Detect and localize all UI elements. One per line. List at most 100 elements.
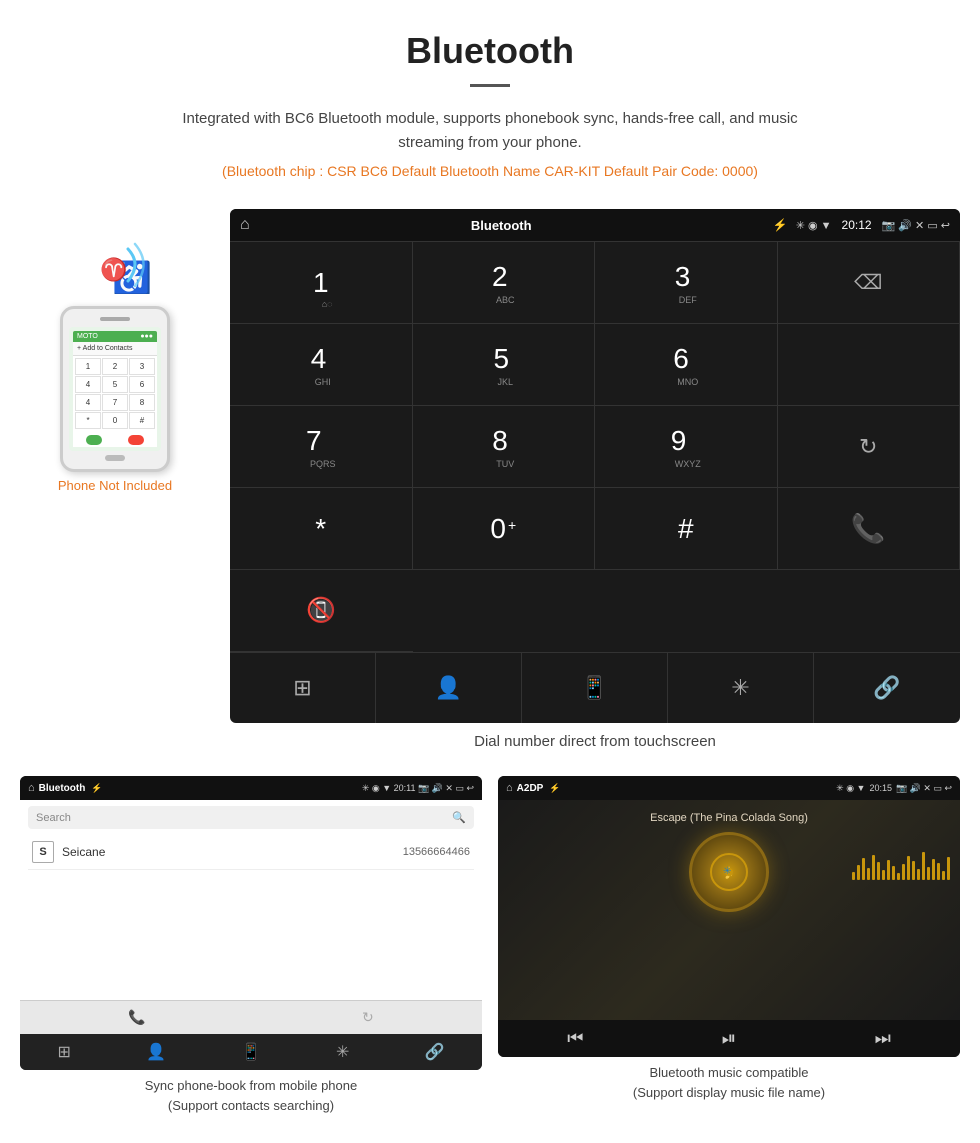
- phone-key-4: 4: [75, 376, 101, 393]
- dial-key-1[interactable]: 1 ⌂◌: [230, 242, 413, 324]
- phonebook-statusbar: ⌂ Bluetooth ⚡ ✳ ◉ ▼ 20:11 📷 🔊 ✕ ▭ ↩: [20, 776, 482, 800]
- music-title: A2DP: [517, 783, 544, 794]
- dial-refresh[interactable]: ↻: [778, 406, 961, 488]
- music-section: ⌂ A2DP ⚡ ✳ ◉ ▼ 20:15 📷 🔊 ✕ ▭ ↩ Escape (T…: [498, 776, 960, 1115]
- dial-end-button[interactable]: 📵: [230, 570, 413, 652]
- music-home-icon: ⌂: [506, 782, 513, 794]
- dial-empty-1: [778, 324, 961, 406]
- phonebook-body: Search 🔍 S Seicane 13566664466: [20, 800, 482, 1000]
- phone-add-contacts: + Add to Contacts: [73, 342, 157, 356]
- usb-icon: ⚡: [773, 218, 788, 232]
- dial-bottom-link[interactable]: 🔗: [814, 653, 960, 723]
- phone-key-star: *: [75, 412, 101, 429]
- phonebook-nav-bar: ⊞ 👤 📱 ✳ 🔗: [20, 1034, 482, 1070]
- pb-home-icon: ⌂: [28, 782, 35, 794]
- dial-key-star[interactable]: *: [230, 488, 413, 570]
- music-next-icon[interactable]: ⏭: [875, 1028, 891, 1049]
- phonebook-screen: ⌂ Bluetooth ⚡ ✳ ◉ ▼ 20:11 📷 🔊 ✕ ▭ ↩ Sear…: [20, 776, 482, 1070]
- dial-bottom-bluetooth[interactable]: ✳: [668, 653, 814, 723]
- dial-time: 20:12: [842, 218, 872, 232]
- bluetooth-icon: ✳: [731, 675, 749, 701]
- phone-key-7: 4: [75, 394, 101, 411]
- dial-statusbar: ⌂ Bluetooth ⚡ ✳ ◉ ▼ 20:12 📷 🔊 ✕ ▭ ↩: [230, 209, 960, 241]
- pb-bluetooth-icon[interactable]: ✳: [336, 1042, 349, 1062]
- header-specs: (Bluetooth chip : CSR BC6 Default Blueto…: [20, 163, 960, 179]
- phone-screen: MOTO ●●● + Add to Contacts 1 2 3 4 5 6 4…: [69, 327, 161, 451]
- phone-bottom-bar: [73, 431, 157, 447]
- dial-key-8[interactable]: 8 TUV: [413, 406, 596, 488]
- status-icons: ✳ ◉ ▼ 20:12: [796, 218, 872, 232]
- phone-call-button: [86, 435, 102, 445]
- phone-container: ♿ ♈ MOTO ●●● + Add to Contacts 1 2: [20, 209, 210, 493]
- header-description: Integrated with BC6 Bluetooth module, su…: [150, 107, 830, 155]
- title-divider: [470, 84, 510, 87]
- dial-backspace[interactable]: ⌫: [778, 242, 961, 324]
- phone-not-included-label: Phone Not Included: [58, 478, 172, 493]
- pb-bottom-phone-icon[interactable]: 📞: [128, 1009, 145, 1026]
- bottom-row: ⌂ Bluetooth ⚡ ✳ ◉ ▼ 20:11 📷 🔊 ✕ ▭ ↩ Sear…: [0, 776, 980, 1115]
- link-icon: 🔗: [873, 675, 900, 701]
- phone-home-button: [105, 455, 125, 461]
- phone-key-hash: #: [129, 412, 155, 429]
- search-icon: 🔍: [452, 811, 466, 824]
- dial-call-button[interactable]: 📞: [778, 488, 961, 570]
- pb-link-icon[interactable]: 🔗: [425, 1042, 445, 1062]
- dial-key-4[interactable]: 4 GHI: [230, 324, 413, 406]
- phone-key-2: 2: [102, 358, 128, 375]
- search-placeholder: Search: [36, 812, 71, 824]
- phone-screen-header: MOTO ●●●: [73, 331, 157, 342]
- phonebook-caption: Sync phone-book from mobile phone(Suppor…: [145, 1076, 357, 1115]
- pb-phone-icon[interactable]: 📱: [241, 1042, 261, 1062]
- music-statusbar: ⌂ A2DP ⚡ ✳ ◉ ▼ 20:15 📷 🔊 ✕ ▭ ↩: [498, 776, 960, 800]
- dial-bottom-contacts[interactable]: 👤: [376, 653, 522, 723]
- pb-bottom-refresh-icon[interactable]: ↻: [362, 1009, 374, 1026]
- contact-name: Seicane: [62, 845, 105, 859]
- phone-key-8: 7: [102, 394, 128, 411]
- music-prev-icon[interactable]: ⏮: [567, 1028, 583, 1049]
- dial-key-hash[interactable]: #: [595, 488, 778, 570]
- dial-key-6[interactable]: 6 MNO: [595, 324, 778, 406]
- dial-key-0[interactable]: 0 +: [413, 488, 596, 570]
- page-title: Bluetooth: [20, 30, 960, 72]
- dial-key-9[interactable]: 9 WXYZ: [595, 406, 778, 488]
- phonebook-search-bar[interactable]: Search 🔍: [28, 806, 474, 829]
- phone-speaker: [100, 317, 130, 321]
- phone-keypad: 1 2 3 4 5 6 4 7 8 * 0 #: [73, 356, 157, 431]
- music-usb-icon: ⚡: [549, 783, 560, 794]
- music-caption: Bluetooth music compatible(Support displ…: [633, 1063, 825, 1102]
- music-play-icon[interactable]: ⏯: [722, 1028, 736, 1049]
- dial-key-7[interactable]: 7 PQRS: [230, 406, 413, 488]
- phone-key-9: 8: [129, 394, 155, 411]
- dial-screen: ⌂ Bluetooth ⚡ ✳ ◉ ▼ 20:12 📷 🔊 ✕ ▭ ↩ 1 ⌂◌: [230, 209, 960, 723]
- phone-key-0: 0: [102, 412, 128, 429]
- music-controls: ⏮ ⏯ ⏭: [498, 1020, 960, 1057]
- music-status-right: ✳ ◉ ▼ 20:15 📷 🔊 ✕ ▭ ↩: [836, 783, 952, 794]
- music-body: Escape (The Pina Colada Song) ♪ ✳: [498, 800, 960, 1020]
- phonebook-section: ⌂ Bluetooth ⚡ ✳ ◉ ▼ 20:11 📷 🔊 ✕ ▭ ↩ Sear…: [20, 776, 482, 1115]
- phone-key-3: 3: [129, 358, 155, 375]
- dial-bottom-grid[interactable]: ⊞: [230, 653, 376, 723]
- dial-bottom-bar: ⊞ 👤 📱 ✳ 🔗: [230, 652, 960, 723]
- dial-key-3[interactable]: 3 DEF: [595, 242, 778, 324]
- dial-key-2[interactable]: 2 ABC: [413, 242, 596, 324]
- music-screen: ⌂ A2DP ⚡ ✳ ◉ ▼ 20:15 📷 🔊 ✕ ▭ ↩ Escape (T…: [498, 776, 960, 1057]
- phonebook-contact-row: S Seicane 13566664466: [28, 835, 474, 870]
- dial-keypad-grid: 1 ⌂◌ 2 ABC 3 DEF ⌫: [230, 241, 960, 652]
- pb-grid-icon[interactable]: ⊞: [58, 1042, 71, 1062]
- music-visualizer: [852, 850, 950, 880]
- page-header: Bluetooth Integrated with BC6 Bluetooth …: [0, 0, 980, 209]
- pb-usb-icon: ⚡: [91, 783, 102, 794]
- dial-bottom-phone[interactable]: 📱: [522, 653, 668, 723]
- dial-title: Bluetooth: [230, 218, 773, 233]
- phone-key-6: 6: [129, 376, 155, 393]
- song-title: Escape (The Pina Colada Song): [650, 812, 808, 824]
- main-section: ♿ ♈ MOTO ●●● + Add to Contacts 1 2: [0, 209, 980, 766]
- bluetooth-signal: ♿ ♈: [80, 239, 150, 298]
- phone-end-button: [128, 435, 144, 445]
- pb-title: Bluetooth: [39, 783, 86, 794]
- dial-key-5[interactable]: 5 JKL: [413, 324, 596, 406]
- dial-caption: Dial number direct from touchscreen: [230, 723, 960, 766]
- contact-letter: S: [32, 841, 54, 863]
- svg-text:✳: ✳: [723, 866, 731, 877]
- pb-person-icon[interactable]: 👤: [146, 1042, 166, 1062]
